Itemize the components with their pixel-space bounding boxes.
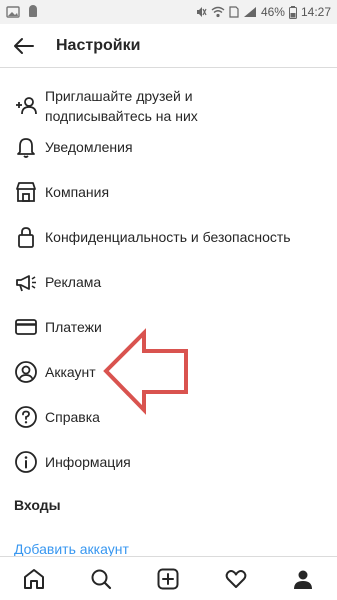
profile-icon[interactable]	[291, 567, 315, 591]
menu-item-ads[interactable]: Реклама	[0, 270, 337, 294]
activity-heart-icon[interactable]	[224, 567, 248, 591]
nav-search[interactable]	[81, 559, 121, 599]
menu-item-business[interactable]: Компания	[0, 180, 337, 204]
menu-item-label: Уведомления	[45, 139, 133, 155]
menu-item-payments[interactable]: Платежи	[0, 315, 337, 339]
bell-icon	[14, 135, 38, 159]
menu-item-label: Справка	[45, 409, 100, 425]
nav-activity[interactable]	[216, 559, 256, 599]
card-icon	[14, 315, 38, 339]
logins-section-title: Входы	[14, 497, 61, 513]
clock: 14:27	[300, 5, 331, 19]
add-account-link[interactable]: Добавить аккаунт	[14, 541, 129, 557]
header: Настройки	[0, 24, 337, 68]
megaphone-icon	[14, 270, 38, 294]
menu-item-invite[interactable]: Приглашайте друзей и подписывайтесь на н…	[0, 86, 337, 126]
home-icon[interactable]	[22, 567, 46, 591]
nav-profile[interactable]	[283, 559, 323, 599]
menu-item-label: Информация	[45, 454, 131, 470]
status-left	[6, 5, 40, 19]
help-icon	[14, 405, 38, 429]
nav-home[interactable]	[14, 559, 54, 599]
battery-icon	[288, 5, 297, 19]
wifi-icon	[211, 6, 225, 18]
back-button[interactable]	[2, 24, 46, 68]
menu-item-label: Аккаунт	[45, 364, 96, 380]
nav-add-post[interactable]	[148, 559, 188, 599]
add-post-icon[interactable]	[156, 567, 180, 591]
menu-item-help[interactable]: Справка	[0, 405, 337, 429]
menu-item-privacy[interactable]: Конфиденциальность и безопасность	[0, 225, 337, 249]
add-person-icon	[14, 94, 38, 118]
gallery-icon	[6, 5, 20, 19]
menu-item-about[interactable]: Информация	[0, 450, 337, 474]
info-icon	[14, 450, 38, 474]
menu-item-account[interactable]: Аккаунт	[0, 360, 337, 384]
menu-item-label: Платежи	[45, 319, 102, 335]
shop-icon	[14, 180, 38, 204]
signal-icon	[243, 6, 257, 18]
status-bar: 46% 14:27	[0, 0, 337, 24]
menu-item-label: Конфиденциальность и безопасность	[45, 229, 291, 245]
page-title: Настройки	[56, 36, 141, 54]
android-icon	[26, 5, 40, 19]
account-icon	[14, 360, 38, 384]
battery-percent: 46%	[260, 5, 285, 19]
menu-item-label: Компания	[45, 184, 110, 200]
sim-icon	[229, 6, 239, 18]
mute-icon	[195, 6, 207, 18]
status-right: 46% 14:27	[195, 5, 331, 19]
lock-icon	[14, 225, 38, 249]
arrow-left-icon[interactable]	[12, 34, 36, 58]
menu-item-label: Реклама	[45, 274, 102, 290]
menu-item-notifications[interactable]: Уведомления	[0, 135, 337, 159]
bottom-nav	[0, 556, 337, 600]
menu-item-label: Приглашайте друзей и подписывайтесь на н…	[45, 88, 198, 124]
search-icon[interactable]	[89, 567, 113, 591]
